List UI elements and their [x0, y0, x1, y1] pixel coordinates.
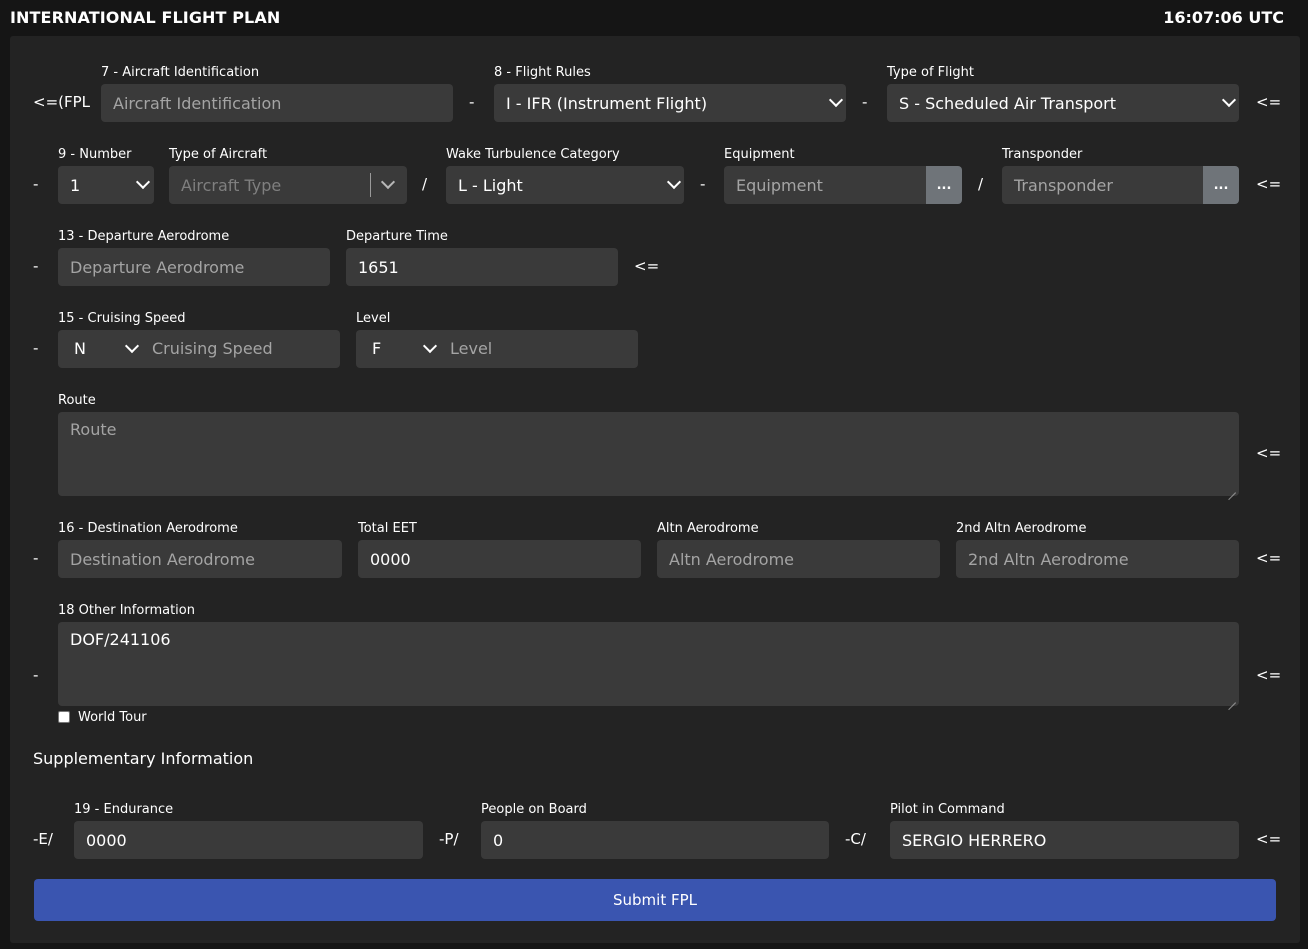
separator-slash: / — [422, 175, 428, 193]
number-label: 9 - Number — [58, 147, 132, 162]
aircraft-type-placeholder: Aircraft Type — [181, 175, 282, 195]
separator-dash: - — [862, 93, 868, 111]
header-bar: INTERNATIONAL FLIGHT PLAN 16:07:06 UTC — [0, 0, 1308, 34]
departure-aerodrome-input[interactable]: Departure Aerodrome — [58, 248, 330, 286]
world-tour-label: World Tour — [78, 710, 147, 725]
line-end-marker: <= — [1256, 830, 1282, 848]
pilot-in-command-prefix: -C/ — [845, 830, 866, 848]
flight-rules-select[interactable]: I - IFR (Instrument Flight) — [494, 84, 846, 122]
chevron-down-icon[interactable] — [380, 174, 396, 190]
destination-aerodrome-label: 16 - Destination Aerodrome — [58, 521, 238, 536]
total-eet-input[interactable]: 0000 — [358, 540, 641, 578]
wake-turbulence-select[interactable]: L - Light — [446, 166, 684, 204]
separator-dash: - — [33, 257, 39, 275]
altn-aerodrome-input[interactable]: Altn Aerodrome — [657, 540, 940, 578]
cruising-speed-group: N Cruising Speed — [58, 330, 340, 368]
type-of-flight-label: Type of Flight — [887, 65, 974, 80]
utc-clock: 16:07:06 UTC — [1163, 7, 1284, 27]
people-on-board-input[interactable]: 0 — [481, 821, 829, 859]
separator-dash: - — [469, 93, 475, 111]
equipment-picker-button[interactable]: ... — [926, 166, 962, 204]
transponder-input[interactable]: Transponder — [1002, 166, 1203, 204]
level-group: F Level — [356, 330, 638, 368]
departure-aerodrome-label: 13 - Departure Aerodrome — [58, 229, 230, 244]
separator-dash: - — [33, 666, 39, 684]
chevron-down-icon[interactable] — [422, 338, 438, 354]
page-title: INTERNATIONAL FLIGHT PLAN — [10, 7, 281, 27]
separator-slash: / — [978, 175, 984, 193]
departure-time-input[interactable]: 1651 — [346, 248, 618, 286]
other-information-value: DOF/241106 — [70, 630, 171, 649]
separator-dash: - — [33, 339, 39, 357]
line-end-marker: <= — [1256, 549, 1282, 567]
line-end-marker: <= — [1256, 444, 1282, 462]
line-end-marker: <= — [1256, 93, 1282, 111]
resize-handle-icon[interactable] — [1228, 695, 1236, 703]
second-altn-aerodrome-input[interactable]: 2nd Altn Aerodrome — [956, 540, 1239, 578]
type-of-flight-select[interactable]: S - Scheduled Air Transport — [887, 84, 1239, 122]
aircraft-id-label: 7 - Aircraft Identification — [101, 65, 260, 80]
type-of-flight-value: S - Scheduled Air Transport — [899, 93, 1116, 113]
chevron-down-icon — [828, 92, 844, 108]
equipment-label: Equipment — [724, 147, 795, 162]
speed-unit-select[interactable]: N — [74, 339, 86, 358]
level-input[interactable]: Level — [450, 339, 492, 358]
line-end-marker: <= — [1256, 666, 1282, 684]
endurance-prefix: -E/ — [33, 830, 53, 848]
fpl-prefix: <=(FPL — [33, 93, 91, 111]
separator-dash: - — [700, 175, 706, 193]
people-on-board-label: People on Board — [481, 802, 587, 817]
cruising-speed-label: 15 - Cruising Speed — [58, 311, 186, 326]
departure-time-label: Departure Time — [346, 229, 448, 244]
combobox-divider — [370, 173, 371, 197]
level-label: Level — [356, 311, 391, 326]
supplementary-heading: Supplementary Information — [33, 749, 254, 768]
submit-fpl-button[interactable]: Submit FPL — [34, 879, 1276, 921]
second-altn-aerodrome-label: 2nd Altn Aerodrome — [956, 521, 1087, 536]
endurance-input[interactable]: 0000 — [74, 821, 423, 859]
separator-dash: - — [33, 175, 39, 193]
flight-rules-value: I - IFR (Instrument Flight) — [506, 93, 708, 113]
level-unit-select[interactable]: F — [372, 339, 381, 358]
number-value: 1 — [70, 175, 81, 195]
line-end-marker: <= — [1256, 175, 1282, 193]
aircraft-type-label: Type of Aircraft — [169, 147, 268, 162]
pilot-in-command-label: Pilot in Command — [890, 802, 1005, 817]
altn-aerodrome-label: Altn Aerodrome — [657, 521, 759, 536]
line-end-marker: <= — [634, 257, 660, 275]
chevron-down-icon[interactable] — [124, 338, 140, 354]
chevron-down-icon — [1221, 92, 1237, 108]
route-textarea[interactable]: Route — [58, 412, 1239, 496]
world-tour-checkbox[interactable] — [58, 711, 70, 723]
aircraft-type-combobox[interactable]: Aircraft Type — [169, 166, 407, 204]
other-information-textarea[interactable]: DOF/241106 — [58, 622, 1239, 706]
resize-handle-icon[interactable] — [1228, 485, 1236, 493]
flight-plan-form: <=(FPL 7 - Aircraft Identification Aircr… — [10, 36, 1300, 943]
transponder-picker-button[interactable]: ... — [1203, 166, 1239, 204]
other-information-label: 18 Other Information — [58, 603, 195, 618]
pilot-in-command-input[interactable]: SERGIO HERRERO — [890, 821, 1239, 859]
total-eet-label: Total EET — [358, 521, 417, 536]
cruising-speed-input[interactable]: Cruising Speed — [152, 339, 273, 358]
separator-dash: - — [33, 549, 39, 567]
number-select[interactable]: 1 — [58, 166, 154, 204]
route-placeholder: Route — [70, 420, 117, 439]
people-on-board-prefix: -P/ — [439, 830, 459, 848]
endurance-label: 19 - Endurance — [74, 802, 174, 817]
flight-rules-label: 8 - Flight Rules — [494, 65, 591, 80]
chevron-down-icon — [135, 174, 151, 190]
destination-aerodrome-input[interactable]: Destination Aerodrome — [58, 540, 342, 578]
aircraft-id-input[interactable]: Aircraft Identification — [101, 84, 453, 122]
transponder-label: Transponder — [1002, 147, 1083, 162]
wake-turbulence-label: Wake Turbulence Category — [446, 147, 620, 162]
route-label: Route — [58, 393, 96, 408]
wake-turbulence-value: L - Light — [458, 175, 523, 195]
equipment-input[interactable]: Equipment — [724, 166, 926, 204]
chevron-down-icon — [666, 174, 682, 190]
